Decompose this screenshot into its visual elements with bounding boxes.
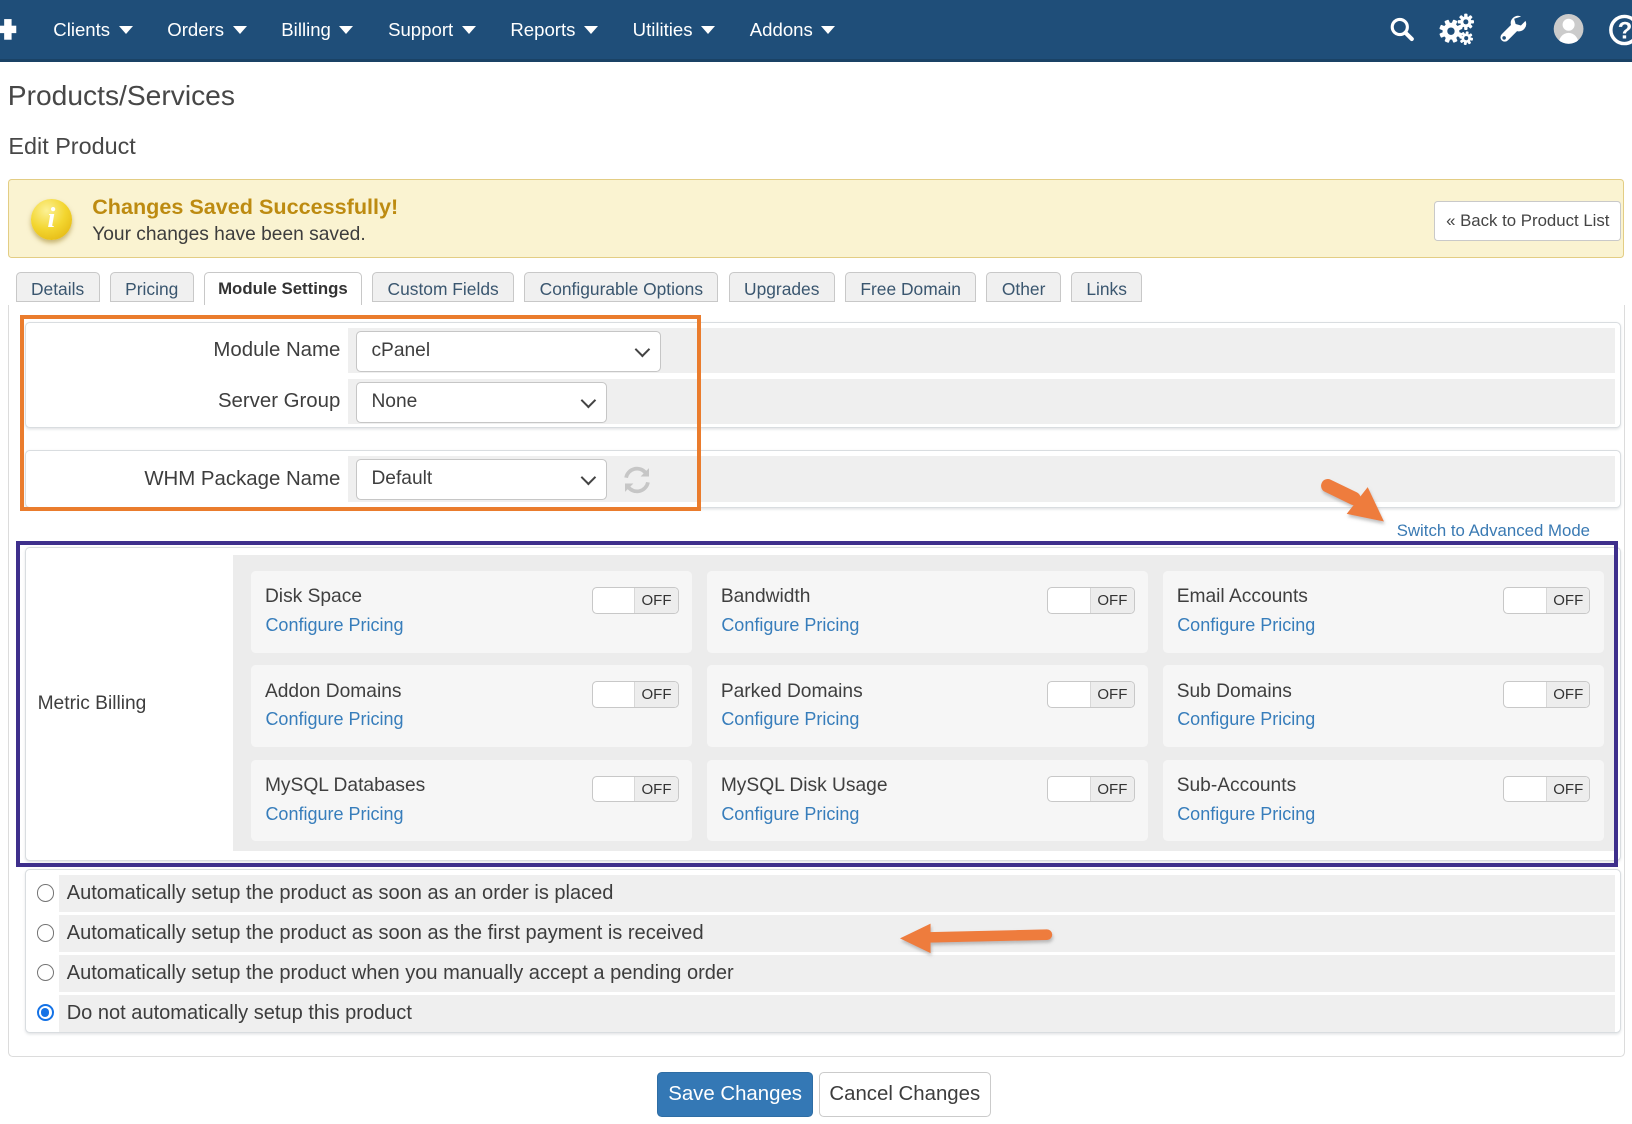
svg-text:?: ? xyxy=(1617,18,1632,45)
